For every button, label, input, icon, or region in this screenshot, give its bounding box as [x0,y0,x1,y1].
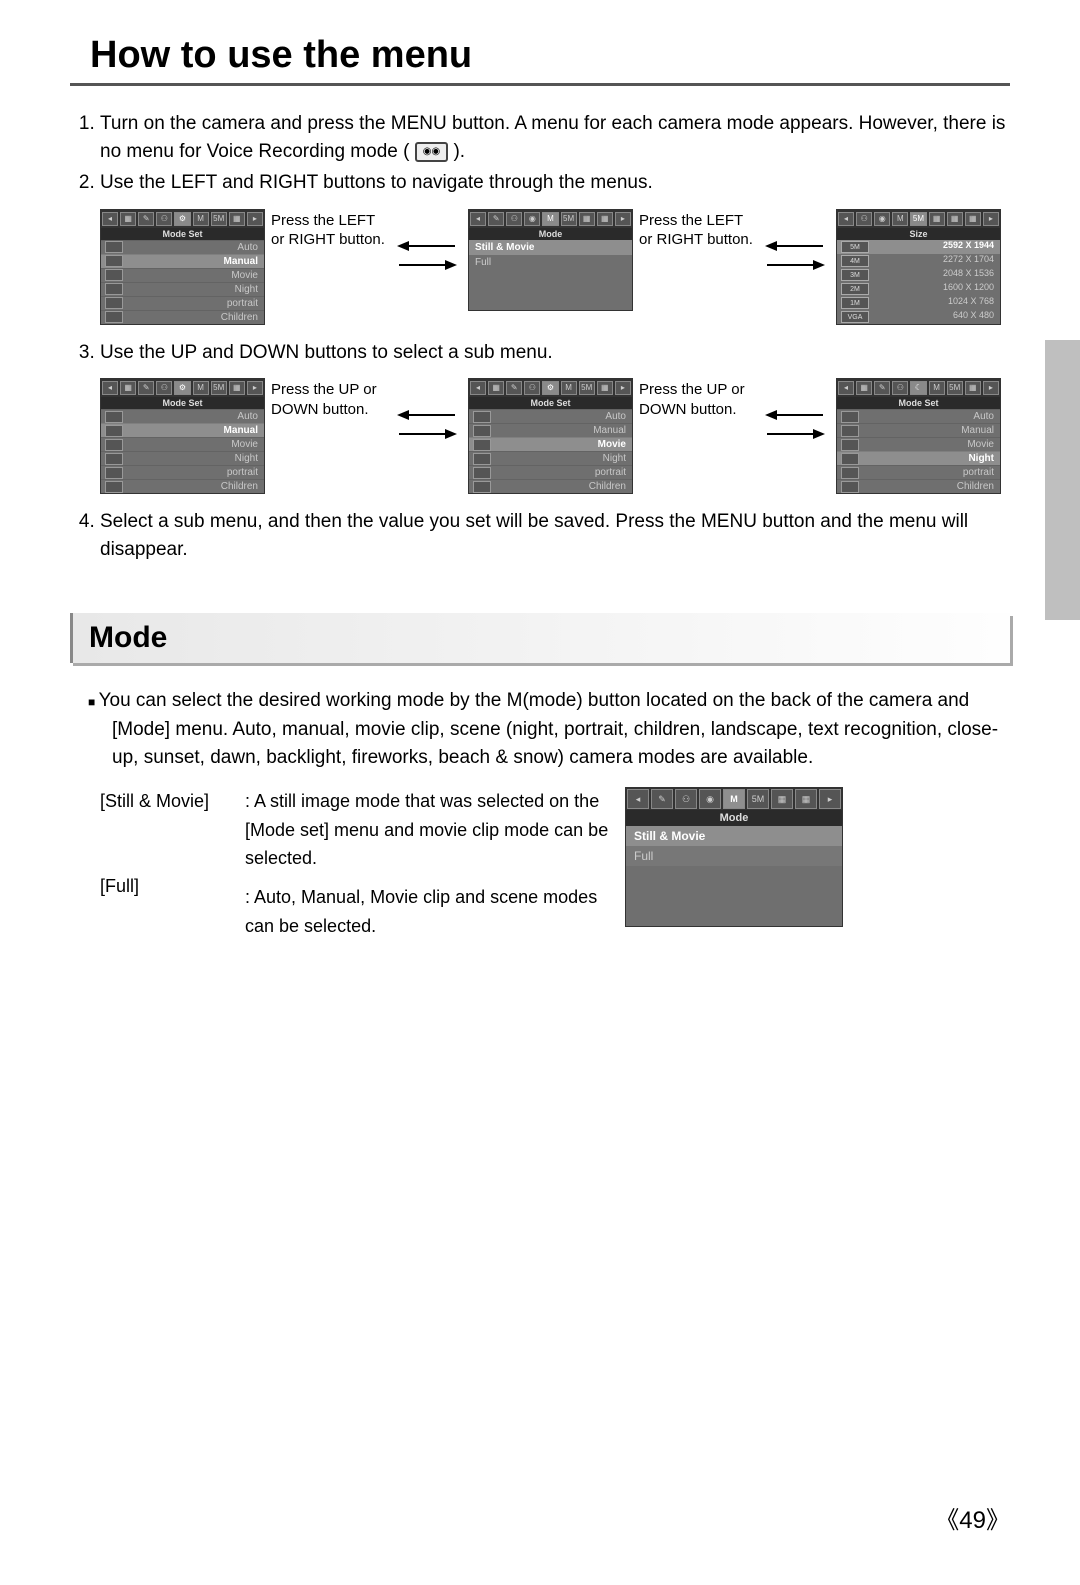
screenshot-modeset-manual: ◂▦✎⚇ ⚙M5M▦▸ Mode Set Auto Manual Movie N… [100,209,265,325]
side-tab [1045,340,1080,620]
def-val-full: : Auto, Manual, Movie clip and scene mod… [245,883,615,941]
step-3: Use the UP and DOWN buttons to select a … [100,339,1010,367]
mode-definitions: [Still & Movie] [Full] : A still image m… [70,787,1010,941]
page-title: How to use the menu [70,30,1010,86]
section-header-mode: Mode [70,613,1010,663]
arrows-lr-1 [392,235,462,276]
instruction-list-3: Select a sub menu, and then the value yo… [70,508,1010,563]
screenshot-row-2: ◂▦✎⚇⚙M5M▦▸ Mode Set Auto Manual Movie Ni… [100,378,1010,494]
def-val-still-movie: : A still image mode that was selected o… [245,787,615,873]
screenshot-modeset-night: ◂▦✎⚇☾M5M▦▸ Mode Set Auto Manual Movie Ni… [836,378,1001,494]
mode-intro: You can select the desired working mode … [100,687,1010,773]
def-key-still-movie: [Still & Movie] [100,787,235,816]
step-1: Turn on the camera and press the MENU bu… [100,110,1010,165]
arrows-ud-1 [392,404,462,445]
voice-recording-icon: ◉◉ [415,142,448,162]
def-key-full: [Full] [100,872,235,901]
arrows-lr-2 [760,235,830,276]
screenshot-modeset-manual-2: ◂▦✎⚇⚙M5M▦▸ Mode Set Auto Manual Movie Ni… [100,378,265,494]
label-press-ud-1: Press the UP or DOWN button. [271,380,386,419]
instruction-list: Turn on the camera and press the MENU bu… [70,110,1010,197]
instruction-list-2: Use the UP and DOWN buttons to select a … [70,339,1010,367]
arrows-ud-2 [760,404,830,445]
step-4: Select a sub menu, and then the value yo… [100,508,1010,563]
page-number: 《49》 [935,1500,1010,1535]
screenshot-row-1: ◂▦✎⚇ ⚙M5M▦▸ Mode Set Auto Manual Movie N… [100,209,1010,325]
label-press-lr-2: Press the LEFT or RIGHT button. [639,211,754,250]
screenshot-modeset-movie: ◂▦✎⚇⚙M5M▦▸ Mode Set Auto Manual Movie Ni… [468,378,633,494]
label-press-lr-1: Press the LEFT or RIGHT button. [271,211,386,250]
label-press-ud-2: Press the UP or DOWN button. [639,380,754,419]
screenshot-mode: ◂✎⚇◉ M5M▦▦▸ Mode Still & Movie Full [468,209,633,311]
screenshot-size: ◂⚇◉M 5M▦▦▦▸ Size 5M2592 X 1944 4M2272 X … [836,209,1001,325]
screenshot-mode-big: ◂✎⚇◉ M5M▦▦▸ Mode Still & Movie Full [625,787,843,927]
step-2: Use the LEFT and RIGHT buttons to naviga… [100,169,1010,197]
